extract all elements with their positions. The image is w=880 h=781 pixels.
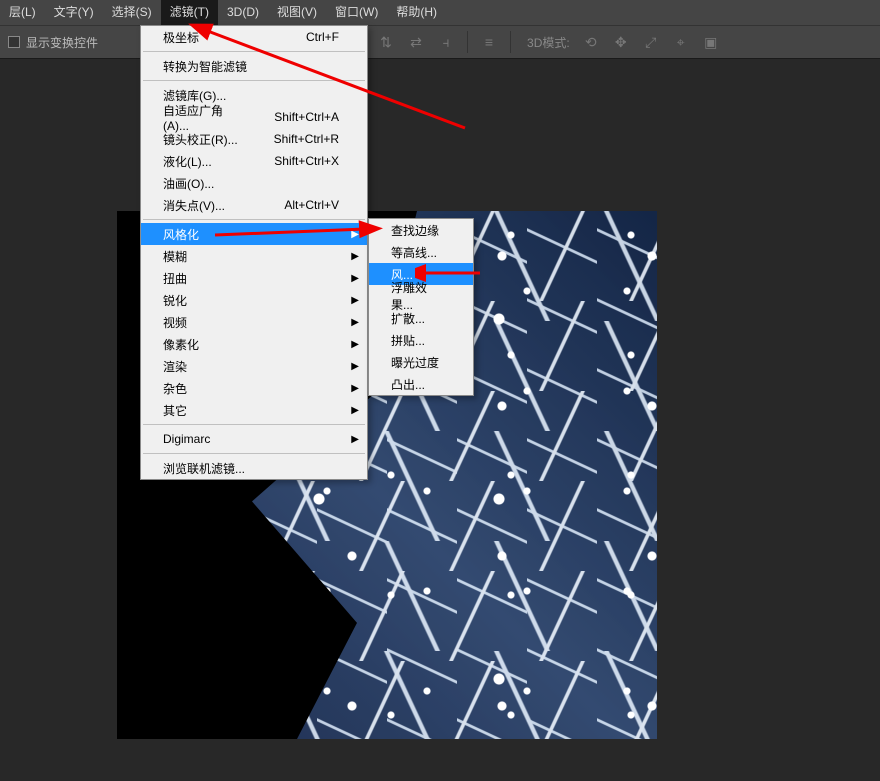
separator (143, 80, 365, 81)
submenu-arrow-icon: ▶ (351, 434, 359, 445)
menuitem-digimarc[interactable]: Digimarc▶ (141, 428, 367, 450)
pan-icon[interactable]: ✥ (609, 30, 633, 54)
align-icon[interactable]: ⇅ (374, 30, 398, 54)
separator (143, 219, 365, 220)
checkbox-label: 显示变换控件 (26, 34, 98, 51)
menu-text[interactable]: 文字(Y) (45, 0, 103, 25)
align-icon[interactable]: ⇄ (404, 30, 428, 54)
menuitem-other[interactable]: 其它▶ (141, 399, 367, 421)
menu-layer[interactable]: 层(L) (0, 0, 45, 25)
menuitem-pixelate[interactable]: 像素化▶ (141, 333, 367, 355)
menubar: 层(L) 文字(Y) 选择(S) 滤镜(T) 3D(D) 视图(V) 窗口(W)… (0, 0, 880, 25)
menuitem-liquify[interactable]: 液化(L)...Shift+Ctrl+X (141, 150, 367, 172)
menuitem-distort[interactable]: 扭曲▶ (141, 267, 367, 289)
separator (143, 51, 365, 52)
submenu-arrow-icon: ▶ (351, 361, 359, 372)
menuitem-vanishing-point[interactable]: 消失点(V)...Alt+Ctrl+V (141, 194, 367, 216)
menuitem-browse-online[interactable]: 浏览联机滤镜... (141, 457, 367, 479)
submenu-arrow-icon: ▶ (351, 273, 359, 284)
menu-view[interactable]: 视图(V) (268, 0, 326, 25)
menuitem-video[interactable]: 视频▶ (141, 311, 367, 333)
menuitem-oilpaint[interactable]: 油画(O)... (141, 172, 367, 194)
submenu-arrow-icon: ▶ (351, 295, 359, 306)
submenu-arrow-icon: ▶ (351, 317, 359, 328)
menuitem-lens-correction[interactable]: 镜头校正(R)...Shift+Ctrl+R (141, 128, 367, 150)
menuitem-extrude[interactable]: 凸出... (369, 373, 473, 395)
show-transform-controls-checkbox[interactable]: 显示变换控件 (0, 34, 98, 51)
stylize-submenu: 查找边缘 等高线... 风... 浮雕效果... 扩散... 拼贴... 曝光过… (368, 218, 474, 396)
menuitem-contour[interactable]: 等高线... (369, 241, 473, 263)
filter-dropdown: 极坐标Ctrl+F 转换为智能滤镜 滤镜库(G)... 自适应广角(A)...S… (140, 25, 368, 480)
checkbox-icon (8, 36, 20, 48)
zoom-icon[interactable]: ⤢ (639, 30, 663, 54)
menu-3d[interactable]: 3D(D) (218, 0, 268, 25)
separator (143, 424, 365, 425)
options-toolbar: 显示变换控件 ⇅ ⇄ ⫞ ≡ 3D模式: ⟲ ✥ ⤢ ⌖ ▣ (0, 25, 880, 59)
menuitem-stylize[interactable]: 风格化▶ (141, 223, 367, 245)
menuitem-render[interactable]: 渲染▶ (141, 355, 367, 377)
align-icon[interactable]: ⫞ (434, 30, 458, 54)
submenu-arrow-icon: ▶ (351, 339, 359, 350)
menuitem-emboss[interactable]: 浮雕效果... (369, 285, 473, 307)
menu-select[interactable]: 选择(S) (103, 0, 161, 25)
menuitem-solarize[interactable]: 曝光过度 (369, 351, 473, 373)
menuitem-diffuse[interactable]: 扩散... (369, 307, 473, 329)
canvas-area (0, 59, 880, 781)
menu-filter[interactable]: 滤镜(T) (161, 0, 218, 25)
menuitem-sharpen[interactable]: 锐化▶ (141, 289, 367, 311)
camera-icon[interactable]: ▣ (699, 30, 723, 54)
menuitem-blur[interactable]: 模糊▶ (141, 245, 367, 267)
mode-label: 3D模式: (527, 34, 570, 51)
menuitem-adaptive-wide[interactable]: 自适应广角(A)...Shift+Ctrl+A (141, 106, 367, 128)
separator (143, 453, 365, 454)
submenu-arrow-icon: ▶ (351, 383, 359, 394)
submenu-arrow-icon: ▶ (351, 405, 359, 416)
menuitem-noise[interactable]: 杂色▶ (141, 377, 367, 399)
submenu-arrow-icon: ▶ (351, 251, 359, 262)
camera-icon[interactable]: ⌖ (669, 30, 693, 54)
submenu-arrow-icon: ▶ (351, 229, 359, 240)
distribute-icon[interactable]: ≡ (477, 30, 501, 54)
menuitem-tiles[interactable]: 拼贴... (369, 329, 473, 351)
orbit-icon[interactable]: ⟲ (579, 30, 603, 54)
menu-help[interactable]: 帮助(H) (387, 0, 446, 25)
menuitem-find-edges[interactable]: 查找边缘 (369, 219, 473, 241)
menu-window[interactable]: 窗口(W) (326, 0, 387, 25)
menuitem-last-filter[interactable]: 极坐标Ctrl+F (141, 26, 367, 48)
menuitem-convert-smart[interactable]: 转换为智能滤镜 (141, 55, 367, 77)
